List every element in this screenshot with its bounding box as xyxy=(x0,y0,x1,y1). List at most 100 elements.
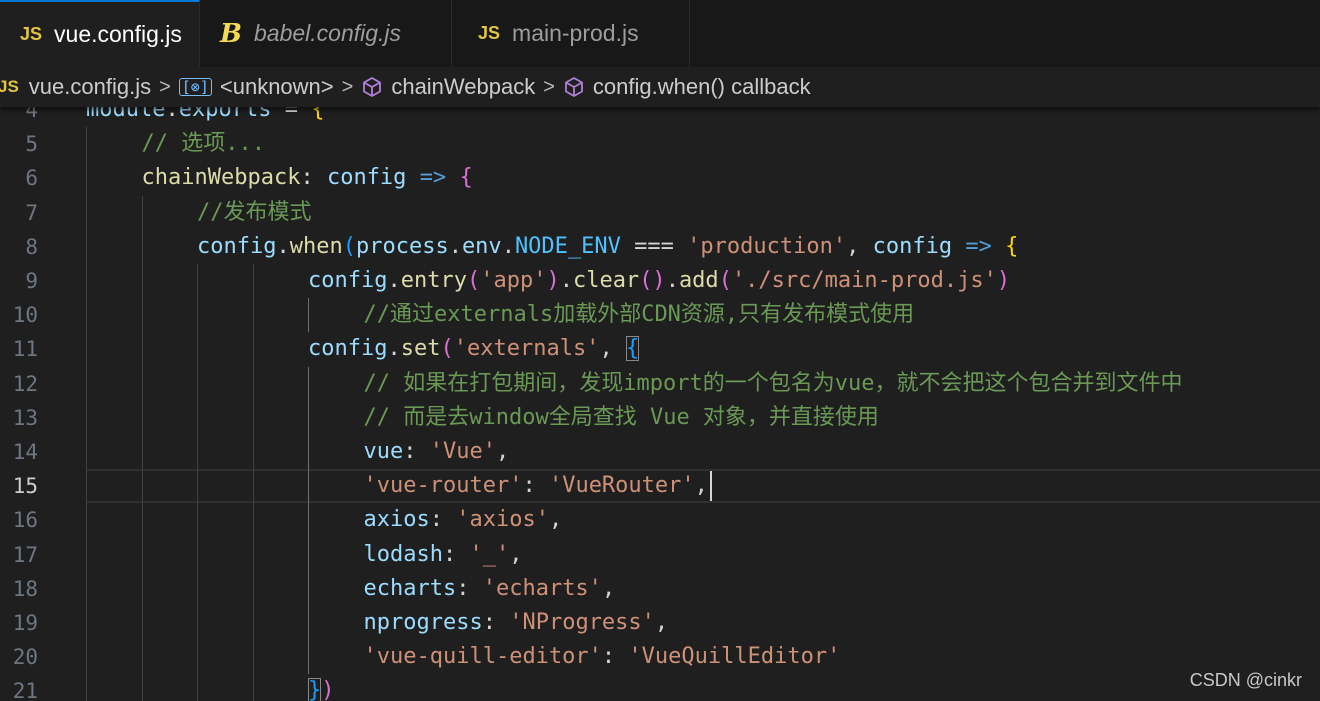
code-line[interactable]: 7 //发布模式 xyxy=(0,196,1320,230)
code-line[interactable]: 9 config.entry('app').clear().add('./src/… xyxy=(0,264,1320,298)
punctuation xyxy=(952,234,965,259)
chevron-right-icon: > xyxy=(543,75,555,98)
code-line[interactable]: 12 // 如果在打包期间，发现import的一个包名为vue，就不会把这个包合并… xyxy=(0,367,1320,401)
tab-label: main-prod.js xyxy=(512,20,639,46)
chevron-right-icon: > xyxy=(159,75,171,98)
function-name: when xyxy=(289,233,343,259)
breadcrumb-unknown[interactable]: [⊗] <unknown> xyxy=(178,74,334,100)
comment: // 而是去window全局查找 Vue 对象，并直接使用 xyxy=(363,404,879,430)
code-line[interactable]: 11 config.set('externals', { xyxy=(0,332,1320,366)
bracket: { xyxy=(459,165,473,191)
code-text: vue: 'Vue', xyxy=(364,435,510,469)
function-name: set xyxy=(400,336,441,362)
breadcrumb-callback[interactable]: config.when() callback xyxy=(563,74,811,100)
line-number: 7 xyxy=(25,200,38,225)
code-line[interactable]: 16 axios: 'axios', xyxy=(0,503,1320,537)
string-literal: 'axios' xyxy=(456,507,549,533)
punctuation: : xyxy=(482,610,510,635)
code-text: 'vue-router': 'VueRouter', xyxy=(364,469,708,503)
code-text: echarts: 'echarts', xyxy=(364,572,616,606)
bracket: ) xyxy=(546,268,560,293)
string-literal: 'vue-quill-editor' xyxy=(363,644,602,670)
identifier: process xyxy=(355,233,449,259)
bracket: { xyxy=(1005,233,1019,259)
line-number: 13 xyxy=(12,405,38,430)
code-line[interactable]: 18 echarts: 'echarts', xyxy=(0,572,1320,606)
line-number: 17 xyxy=(12,542,38,567)
code-line[interactable]: 19 nprogress: 'NProgress', xyxy=(0,606,1320,640)
punctuation: === xyxy=(620,233,688,259)
punctuation: , xyxy=(846,233,873,259)
bracket-match: } xyxy=(308,678,322,701)
bracket: ( xyxy=(342,233,356,259)
indent-guide xyxy=(252,264,254,701)
arrow-operator: => xyxy=(965,233,992,259)
code-text: // 选项... xyxy=(142,127,265,161)
identifier: axios xyxy=(363,507,430,533)
string-literal: './src/main-prod.js' xyxy=(731,268,997,293)
indent-guide xyxy=(308,298,309,333)
bracket: ) xyxy=(321,678,335,701)
line-number: 19 xyxy=(12,611,38,635)
text-cursor xyxy=(709,471,712,502)
code-text: //发布模式 xyxy=(197,196,312,230)
identifier: config xyxy=(326,165,407,191)
punctuation xyxy=(446,165,459,190)
code-line[interactable]: 20 'vue-quill-editor': 'VueQuillEditor' xyxy=(0,640,1320,674)
punctuation: , xyxy=(509,541,523,567)
breadcrumb-file[interactable]: JS vue.config.js xyxy=(0,74,151,100)
punctuation: . xyxy=(448,233,462,259)
breadcrumb-chainwebpack[interactable]: chainWebpack xyxy=(361,74,535,100)
code-text: }) xyxy=(308,674,335,701)
string-literal: 'VueRouter' xyxy=(548,473,695,499)
punctuation: , xyxy=(694,473,708,499)
identifier: config xyxy=(872,233,953,259)
punctuation: . xyxy=(276,233,290,259)
arrow-operator: => xyxy=(419,165,447,191)
tab-babel-config[interactable]: B babel.config.js xyxy=(200,0,452,67)
code-text: nprogress: 'NProgress', xyxy=(364,606,669,640)
method-cube-icon xyxy=(565,77,583,97)
tab-bar: JS vue.config.js ✕ B babel.config.js JS … xyxy=(0,0,1320,67)
bracket: ) xyxy=(996,268,1011,293)
bracket: ( xyxy=(466,268,481,293)
watermark: CSDN @cinkr xyxy=(1189,670,1302,690)
code-line[interactable]: 6 chainWebpack: config => { xyxy=(0,161,1320,195)
string-literal: 'vue-router' xyxy=(363,473,523,499)
code-line[interactable]: 13 // 而是去window全局查找 Vue 对象，并直接使用 xyxy=(0,401,1320,435)
punctuation xyxy=(992,234,1005,259)
string-literal: 'NProgress' xyxy=(509,610,655,635)
comment: //发布模式 xyxy=(197,199,312,225)
comment: // 如果在打包期间，发现import的一个包名为vue，就不会把这个包合并到文… xyxy=(363,370,1183,396)
chevron-right-icon: > xyxy=(341,75,354,98)
tab-vue-config[interactable]: JS vue.config.js ✕ xyxy=(0,0,220,67)
code-line[interactable]: 15 'vue-router': 'VueRouter', xyxy=(0,469,1320,504)
identifier: env xyxy=(461,233,502,259)
punctuation: : xyxy=(429,507,457,533)
punctuation: . xyxy=(387,336,401,362)
line-number: 16 xyxy=(12,508,38,533)
line-number: 11 xyxy=(12,337,38,362)
code-line[interactable]: 21}) xyxy=(0,674,1320,701)
bracket: () xyxy=(639,268,666,293)
code-line[interactable]: 8 config.when(process.env.NODE_ENV === 'p… xyxy=(0,230,1320,264)
function-name: chainWebpack xyxy=(141,165,301,191)
code-line[interactable]: 14 vue: 'Vue', xyxy=(0,435,1320,469)
tab-label: babel.config.js xyxy=(253,20,402,46)
punctuation: : xyxy=(601,644,629,670)
code-line[interactable]: 5 // 选项... xyxy=(0,127,1320,161)
line-number: 5 xyxy=(25,132,38,157)
tab-main-prod[interactable]: JS main-prod.js xyxy=(452,0,690,67)
code-line[interactable]: 17 lodash: '_', xyxy=(0,538,1320,572)
code-editor[interactable]: 4 module.exports = {5// 选项... 6 chainWebpac… xyxy=(0,90,1320,701)
method-cube-icon xyxy=(363,77,382,97)
code-text: chainWebpack: config => { xyxy=(142,161,473,195)
line-number: 15 xyxy=(12,474,38,499)
punctuation xyxy=(406,165,419,190)
code-text: axios: 'axios', xyxy=(364,503,563,537)
js-file-icon: JS xyxy=(20,24,43,44)
punctuation: . xyxy=(665,268,679,293)
line-number: 10 xyxy=(12,303,38,328)
bracket-match: { xyxy=(625,336,640,362)
code-line[interactable]: 10 //通过externals加载外部CDN资源,只有发布模式使用 xyxy=(0,298,1320,332)
